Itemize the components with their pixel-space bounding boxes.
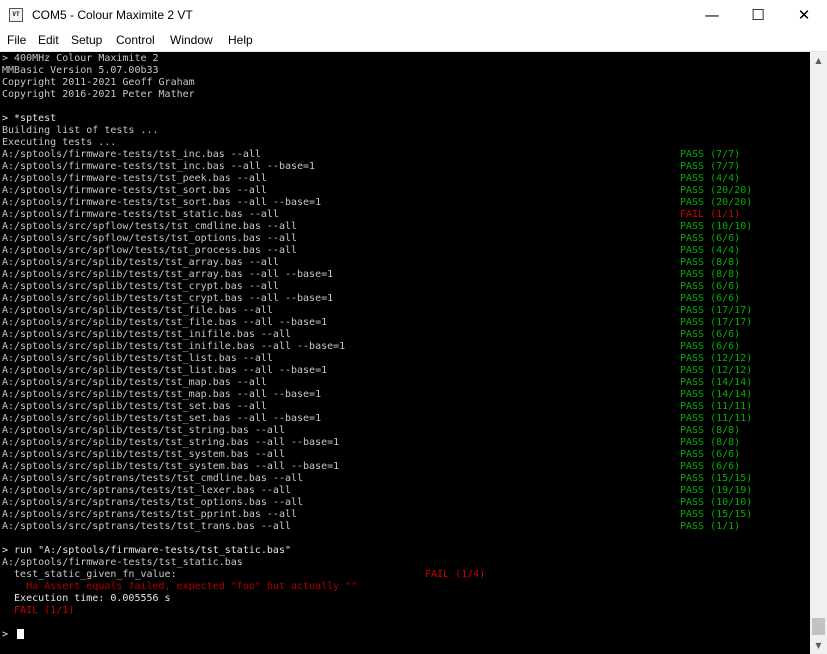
- test-pass-badge: PASS (7/7): [680, 149, 741, 160]
- test-command: A:/sptools/src/sptrans/tests/tst_trans.b…: [2, 521, 291, 532]
- test-pass-badge: PASS (6/6): [680, 461, 741, 472]
- test-pass-badge: PASS (8/8): [680, 257, 741, 268]
- test-command: A:/sptools/src/splib/tests/tst_inifile.b…: [2, 329, 291, 340]
- terminal-line: > 400MHz Colour Maximite 2: [2, 53, 159, 64]
- menu-control[interactable]: Control: [116, 33, 155, 47]
- test-pass-badge: PASS (8/8): [680, 437, 741, 448]
- test-command: A:/sptools/src/spflow/tests/tst_options.…: [2, 233, 298, 244]
- test-pass-badge: PASS (6/6): [680, 449, 741, 460]
- test-pass-badge: PASS (14/14): [680, 377, 753, 388]
- test-command: A:/sptools/firmware-tests/tst_inc.bas --…: [2, 161, 316, 172]
- window-title: COM5 - Colour Maximite 2 VT: [32, 8, 193, 22]
- terminal-run-command: > run "A:/sptools/firmware-tests/tst_sta…: [2, 545, 291, 556]
- terminal-prompt: >: [2, 629, 15, 640]
- test-pass-badge: PASS (10/10): [680, 221, 753, 232]
- test-command: A:/sptools/src/sptrans/tests/tst_cmdline…: [2, 473, 304, 484]
- scroll-thumb[interactable]: [812, 618, 825, 635]
- test-command: A:/sptools/src/splib/tests/tst_list.bas …: [2, 353, 273, 364]
- test-command: A:/sptools/src/splib/tests/tst_array.bas…: [2, 269, 334, 280]
- test-pass-badge: PASS (12/12): [680, 365, 753, 376]
- test-pass-badge: PASS (14/14): [680, 389, 753, 400]
- test-command: A:/sptools/firmware-tests/tst_sort.bas -…: [2, 197, 322, 208]
- test-command: A:/sptools/src/splib/tests/tst_crypt.bas…: [2, 293, 334, 304]
- test-pass-badge: PASS (15/15): [680, 509, 753, 520]
- test-command: A:/sptools/src/splib/tests/tst_file.bas …: [2, 317, 328, 328]
- terminal-line: Copyright 2016-2021 Peter Mather: [2, 89, 195, 100]
- terminal-line: Copyright 2011-2021 Geoff Graham: [2, 77, 195, 88]
- scroll-down-icon[interactable]: ▼: [810, 637, 827, 654]
- test-pass-badge: PASS (10/10): [680, 497, 753, 508]
- test-pass-badge: PASS (8/8): [680, 269, 741, 280]
- test-pass-badge: PASS (8/8): [680, 425, 741, 436]
- test-command: A:/sptools/src/splib/tests/tst_list.bas …: [2, 365, 328, 376]
- test-command: A:/sptools/src/splib/tests/tst_map.bas -…: [2, 389, 322, 400]
- test-pass-badge: PASS (6/6): [680, 329, 741, 340]
- menu-help[interactable]: Help: [228, 33, 253, 47]
- terminal-line: Executing tests ...: [2, 137, 117, 148]
- close-button[interactable]: ✕: [781, 0, 827, 31]
- test-pass-badge: PASS (4/4): [680, 245, 741, 256]
- test-command: A:/sptools/src/splib/tests/tst_string.ba…: [2, 437, 340, 448]
- test-command: A:/sptools/firmware-tests/tst_inc.bas --…: [2, 149, 261, 160]
- menu-setup[interactable]: Setup: [71, 33, 102, 47]
- test-command: A:/sptools/src/sptrans/tests/tst_pprint.…: [2, 509, 298, 520]
- scroll-up-icon[interactable]: ▲: [810, 52, 827, 69]
- test-command: A:/sptools/src/splib/tests/tst_system.ba…: [2, 449, 285, 460]
- test-pass-badge: PASS (6/6): [680, 341, 741, 352]
- test-pass-badge: PASS (17/17): [680, 305, 753, 316]
- test-name: test_static_given_fn_value:: [2, 569, 177, 580]
- test-command: A:/sptools/src/splib/tests/tst_file.bas …: [2, 305, 273, 316]
- menu-edit[interactable]: Edit: [38, 33, 59, 47]
- minimize-button[interactable]: —: [689, 0, 735, 31]
- test-pass-badge: PASS (20/20): [680, 197, 753, 208]
- test-command: A:/sptools/src/sptrans/tests/tst_lexer.b…: [2, 485, 291, 496]
- test-command: A:/sptools/firmware-tests/tst_peek.bas -…: [2, 173, 267, 184]
- test-command: A:/sptools/src/splib/tests/tst_array.bas…: [2, 257, 279, 268]
- test-command: A:/sptools/src/spflow/tests/tst_cmdline.…: [2, 221, 298, 232]
- test-pass-badge: PASS (1/1): [680, 521, 741, 532]
- test-fail-badge: FAIL (1/1): [680, 209, 741, 220]
- test-command: A:/sptools/src/splib/tests/tst_set.bas -…: [2, 401, 267, 412]
- test-pass-badge: PASS (7/7): [680, 161, 741, 172]
- test-command: A:/sptools/firmware-tests/tst_static.bas…: [2, 209, 279, 220]
- menu-bar: File Edit Setup Control Window Help: [0, 31, 827, 52]
- test-command: A:/sptools/src/spflow/tests/tst_process.…: [2, 245, 298, 256]
- final-result: FAIL (1/1): [2, 605, 75, 616]
- terminal-line: Building list of tests ...: [2, 125, 159, 136]
- test-command: A:/sptools/src/splib/tests/tst_crypt.bas…: [2, 281, 279, 292]
- test-pass-badge: PASS (6/6): [680, 281, 741, 292]
- terminal-command: > *sptest: [2, 113, 57, 124]
- test-command: A:/sptools/src/splib/tests/tst_set.bas -…: [2, 413, 322, 424]
- menu-window[interactable]: Window: [170, 33, 213, 47]
- vertical-scrollbar[interactable]: ▲ ▼: [810, 52, 827, 654]
- assert-message: Ha Assert equals failed, expected "foo" …: [2, 581, 358, 592]
- menu-file[interactable]: File: [7, 33, 26, 47]
- test-pass-badge: PASS (11/11): [680, 413, 753, 424]
- terminal-line: MMBasic Version 5.07.00b33: [2, 65, 159, 76]
- test-command: A:/sptools/firmware-tests/tst_sort.bas -…: [2, 185, 267, 196]
- test-pass-badge: PASS (15/15): [680, 473, 753, 484]
- maximize-button[interactable]: ☐: [735, 0, 781, 31]
- terminal-screen[interactable]: > 400MHz Colour Maximite 2 MMBasic Versi…: [0, 52, 810, 654]
- text-cursor: [17, 629, 24, 639]
- test-pass-badge: PASS (17/17): [680, 317, 753, 328]
- test-pass-badge: PASS (12/12): [680, 353, 753, 364]
- execution-time: Execution time: 0.005556 s: [2, 593, 171, 604]
- test-command: A:/sptools/src/splib/tests/tst_inifile.b…: [2, 341, 346, 352]
- test-pass-badge: PASS (6/6): [680, 233, 741, 244]
- test-pass-badge: PASS (11/11): [680, 401, 753, 412]
- test-pass-badge: PASS (20/20): [680, 185, 753, 196]
- test-command: A:/sptools/src/sptrans/tests/tst_options…: [2, 497, 304, 508]
- test-pass-badge: PASS (4/4): [680, 173, 741, 184]
- app-icon[interactable]: VT: [9, 8, 23, 22]
- test-command: A:/sptools/src/splib/tests/tst_map.bas -…: [2, 377, 267, 388]
- test-pass-badge: PASS (19/19): [680, 485, 753, 496]
- test-command: A:/sptools/src/splib/tests/tst_string.ba…: [2, 425, 285, 436]
- test-command: A:/sptools/src/splib/tests/tst_system.ba…: [2, 461, 340, 472]
- terminal-line: A:/sptools/firmware-tests/tst_static.bas: [2, 557, 243, 568]
- title-bar[interactable]: VT COM5 - Colour Maximite 2 VT — ☐ ✕: [0, 0, 827, 31]
- test-pass-badge: PASS (6/6): [680, 293, 741, 304]
- test-result: FAIL (1/4): [425, 569, 486, 580]
